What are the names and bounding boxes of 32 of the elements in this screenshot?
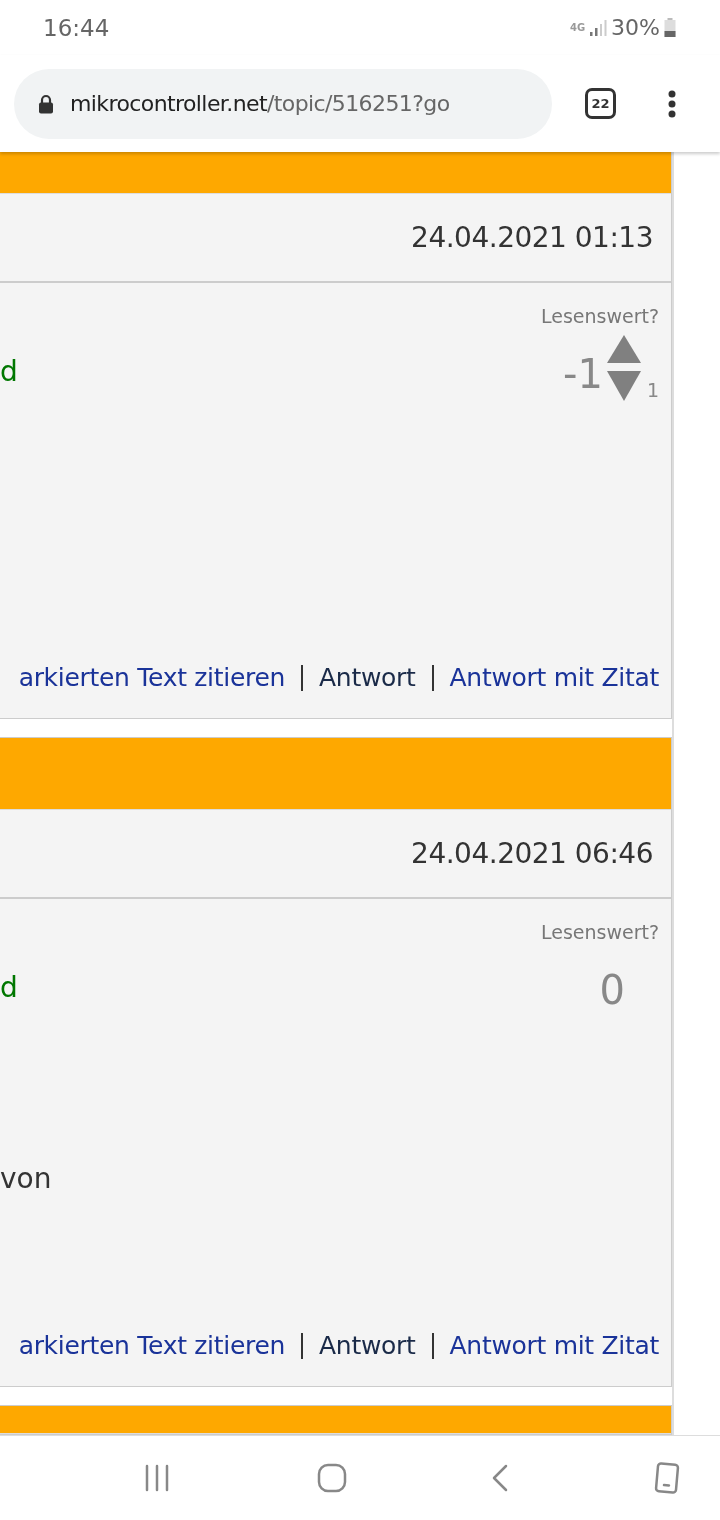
menu-icon[interactable] [668,89,676,118]
post-action-link[interactable]: Antwort mit Zitat [449,663,659,692]
post-action-link[interactable]: arkierten Text zitieren [18,1331,286,1360]
post-date: 24.04.2021 01:13 [411,221,653,254]
author-name[interactable]: d [0,971,18,1039]
post-date: 24.04.2021 06:46 [411,837,653,870]
battery-level: 30% [611,15,660,40]
rating-score: -1 [563,351,603,397]
post-action-link[interactable]: Antwort [319,1331,416,1360]
rating-score: 0 [599,967,625,1013]
url-host: mikrocontroller.net [70,91,267,116]
signal-icon [589,18,608,37]
battery-icon [664,17,676,38]
rating-label: Lesenswert? [540,305,659,327]
home-icon[interactable] [316,1463,347,1493]
lock-icon [38,93,54,114]
downvote-icon[interactable] [606,371,641,401]
clock: 16:44 [43,14,110,41]
tab-count-button[interactable]: 22 [585,88,616,119]
url-path: /topic/516251?go [266,91,450,116]
downvote-count: 1 [646,379,659,401]
upvote-icon[interactable] [606,335,641,363]
back-icon[interactable] [491,1464,510,1492]
rating-label: Lesenswert? [540,921,659,943]
post-action-link[interactable]: Antwort mit Zitat [449,1331,659,1360]
author-name[interactable]: d [0,355,18,423]
phone-icon[interactable] [653,1462,680,1494]
post-action-link[interactable]: arkierten Text zitieren [18,663,286,692]
post-action-link[interactable]: Antwort [319,663,416,692]
post-text: von [0,1161,53,1197]
address-bar[interactable]: mikrocontroller.net/topic/516251?go [14,68,552,139]
network-type: 4G [569,22,586,33]
